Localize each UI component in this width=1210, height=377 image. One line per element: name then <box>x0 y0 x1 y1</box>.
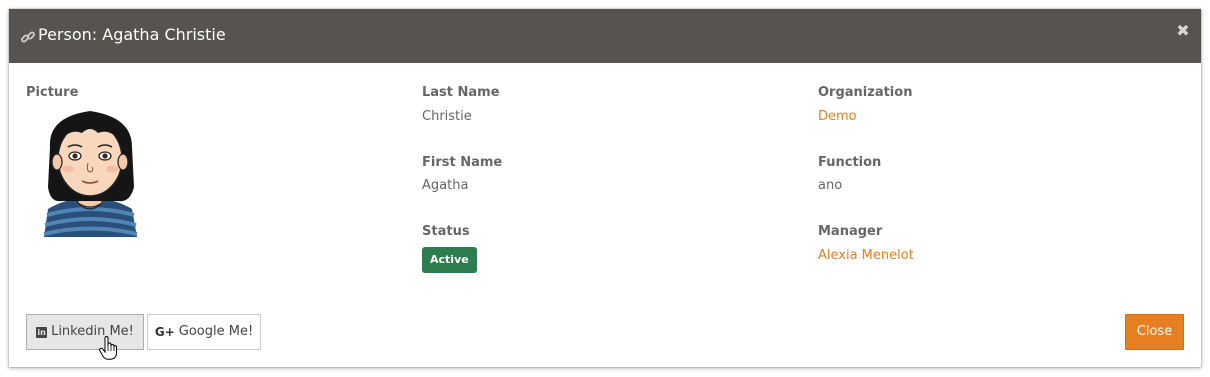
organization-label: Organization <box>818 85 913 100</box>
function-label: Function <box>818 155 882 170</box>
manager-link[interactable]: Alexia Menelot <box>818 247 914 265</box>
google-plus-icon: G+ <box>154 325 175 339</box>
avatar <box>43 111 138 237</box>
picture-label: Picture <box>26 85 79 100</box>
organization-link[interactable]: Demo <box>818 108 857 126</box>
first-name-label: First Name <box>422 155 503 170</box>
modal-header: Person: Agatha Christie ✖ <box>9 9 1201 63</box>
linkedin-button-label: Linkedin Me! <box>51 324 134 339</box>
status-badge: Active <box>422 247 477 273</box>
linkedin-button[interactable]: in Linkedin Me! <box>26 314 144 350</box>
first-name-value: Agatha <box>422 178 469 193</box>
linkedin-icon: in <box>36 326 48 338</box>
last-name-label: Last Name <box>422 85 500 100</box>
google-button-label: Google Me! <box>178 324 254 339</box>
google-button[interactable]: G+ Google Me! <box>147 314 261 350</box>
manager-label: Manager <box>818 224 883 239</box>
link-icon <box>21 31 35 43</box>
function-value: ano <box>818 178 843 193</box>
close-button[interactable]: Close <box>1125 314 1184 350</box>
person-modal: Person: Agatha Christie ✖ Picture Last N… <box>9 9 1201 367</box>
modal-title: Person: Agatha Christie <box>38 25 226 44</box>
pointer-hand-icon <box>99 336 117 360</box>
status-label: Status <box>422 224 470 239</box>
close-icon[interactable]: ✖ <box>1173 21 1193 41</box>
last-name-value: Christie <box>422 109 472 124</box>
